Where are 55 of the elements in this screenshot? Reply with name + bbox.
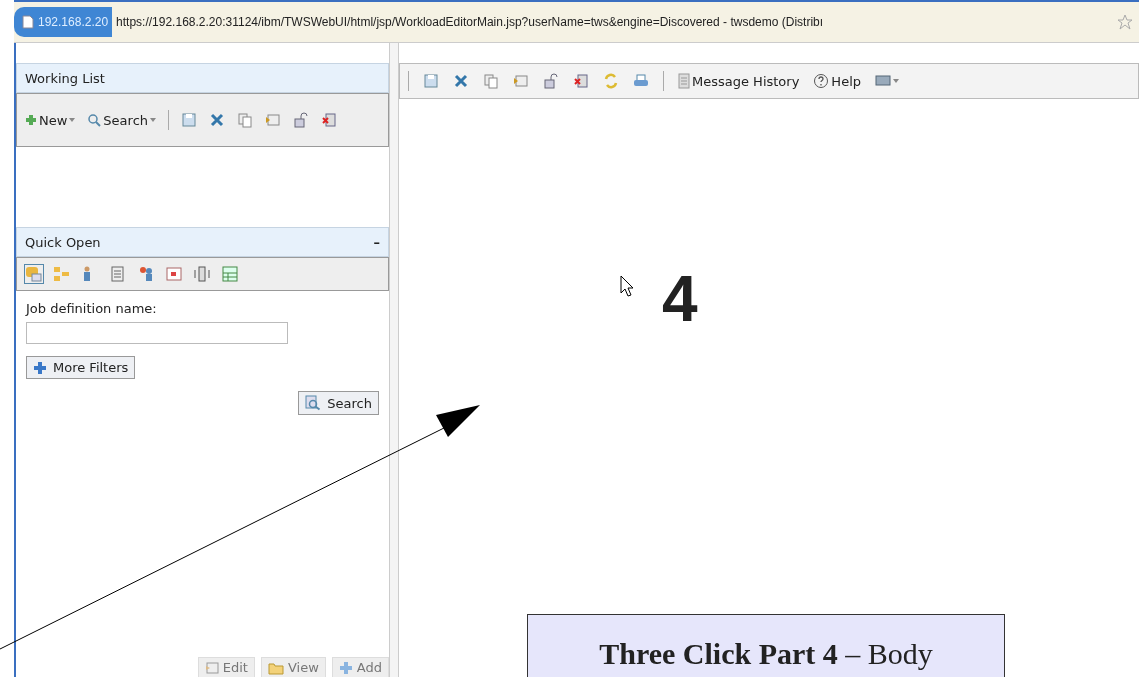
- search-button[interactable]: Search: [298, 391, 379, 415]
- list-icon[interactable]: [265, 112, 282, 128]
- flow-icon[interactable]: [53, 265, 71, 283]
- people-icon[interactable]: [137, 265, 155, 283]
- panel-title: Working List: [25, 70, 105, 86]
- save-icon[interactable]: [181, 112, 198, 128]
- calendar-icon[interactable]: [165, 265, 183, 283]
- plus-icon: [338, 660, 353, 675]
- folder-icon: [267, 660, 284, 675]
- caret-icon: [893, 79, 899, 83]
- search-icon: [305, 395, 322, 411]
- caret-icon: [69, 118, 76, 122]
- collapse-button[interactable]: –: [373, 234, 380, 250]
- help-icon: [813, 73, 830, 89]
- plus-icon: [33, 360, 47, 375]
- display-menu[interactable]: [875, 75, 899, 87]
- columns-icon[interactable]: [193, 265, 211, 283]
- edit-icon: [204, 660, 219, 675]
- remove-icon[interactable]: [573, 73, 589, 89]
- save-icon[interactable]: [423, 73, 439, 89]
- more-filters-button[interactable]: More Filters: [26, 356, 136, 379]
- message-history-button[interactable]: Message History: [678, 73, 800, 89]
- job-icon[interactable]: [25, 265, 43, 283]
- address-bar[interactable]: 192.168.2.20 https://192.168.2.20:31124/ibm/TWSWebUI/html/jsp/WorkloadEditorMain.jsp?userName=tws&engine=Discovered - twsdemo (Distribı: [14, 0, 1139, 43]
- document-icon[interactable]: [109, 265, 127, 283]
- list-icon[interactable]: [513, 73, 529, 89]
- field-label: Job definition name:: [26, 301, 157, 316]
- search-menu[interactable]: Search: [87, 112, 157, 128]
- remove-icon[interactable]: [321, 112, 338, 128]
- table-icon[interactable]: [221, 265, 239, 283]
- unlock-icon[interactable]: [293, 112, 310, 128]
- job-name-field[interactable]: [26, 322, 288, 344]
- search-icon: [87, 113, 102, 127]
- refresh-icon[interactable]: [603, 73, 619, 89]
- host-text: 192.168.2.20: [38, 15, 109, 29]
- help-button[interactable]: Help: [813, 73, 861, 89]
- close-icon[interactable]: [209, 112, 226, 128]
- copy-icon[interactable]: [483, 73, 499, 89]
- monitor-icon: [875, 75, 891, 87]
- unlock-icon[interactable]: [543, 73, 559, 89]
- log-icon: [678, 73, 690, 89]
- splitter-bar[interactable]: [390, 43, 399, 677]
- cursor-icon: [620, 275, 634, 297]
- print-icon[interactable]: [633, 73, 649, 89]
- close-icon[interactable]: [453, 73, 469, 89]
- new-menu[interactable]: New: [25, 112, 76, 128]
- step-number: 4: [662, 262, 698, 336]
- caret-icon: [150, 118, 157, 122]
- page-icon: [22, 15, 34, 29]
- copy-icon[interactable]: [237, 112, 254, 128]
- url-text: https://192.168.2.20:31124/ibm/TWSWebUI/html/jsp/WorkloadEditorMain.jsp?userName=tws&engine=Discovered - twsdemo (Distribı: [116, 15, 825, 29]
- callout-text: Three Click Part 4 – Body: [599, 637, 933, 672]
- add-icon: [25, 114, 37, 126]
- panel-title: Quick Open: [25, 234, 101, 250]
- star-icon[interactable]: [1117, 14, 1133, 30]
